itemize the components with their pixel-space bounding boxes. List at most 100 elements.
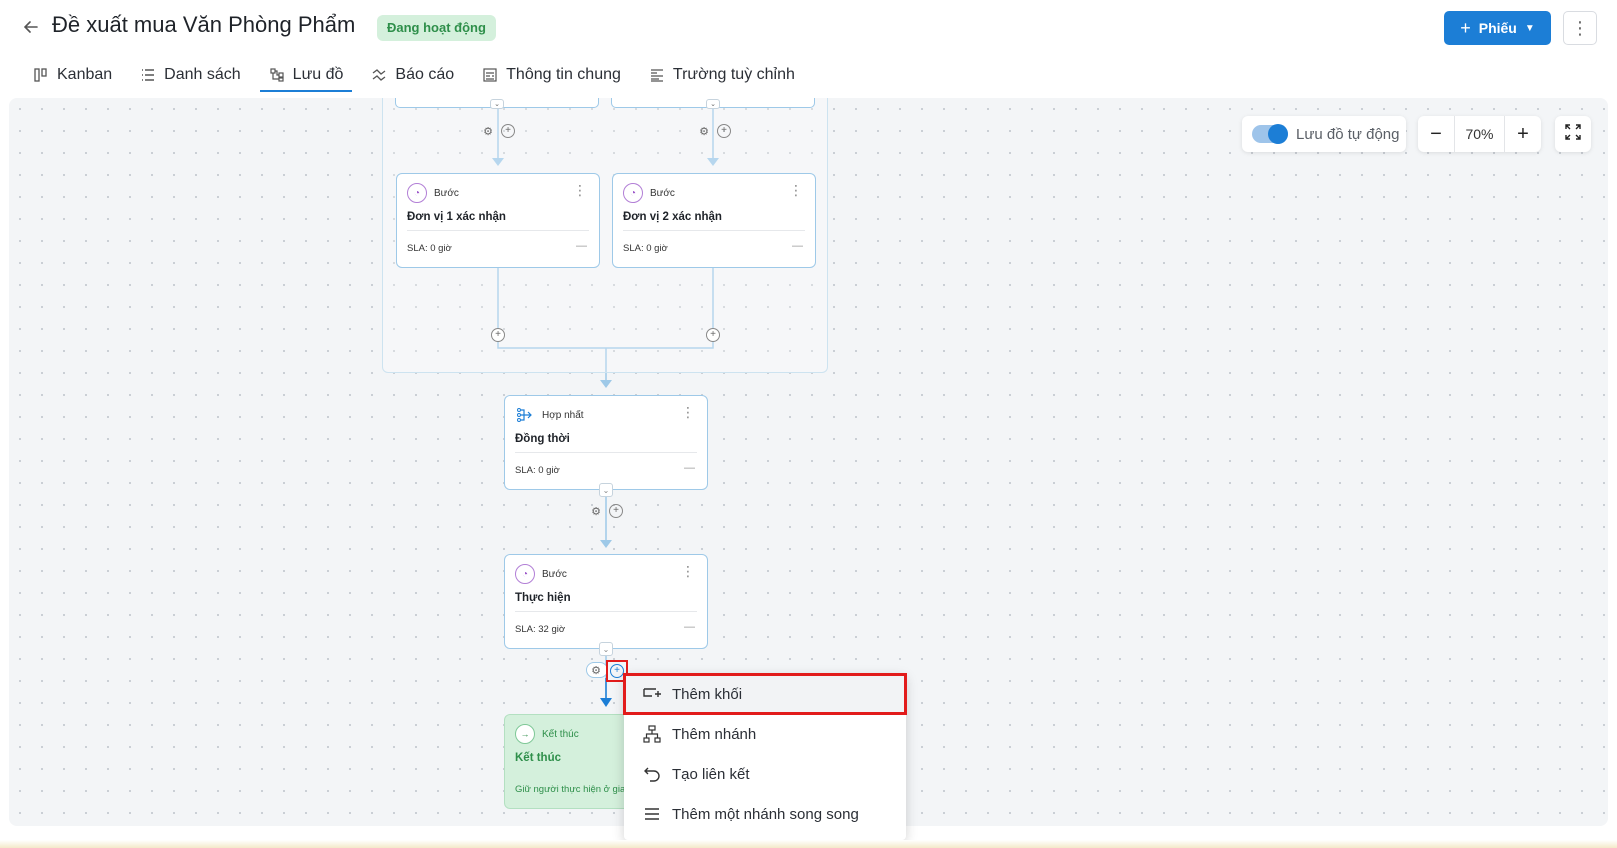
gear-icon[interactable]: ⚙ <box>589 504 603 518</box>
step-node-1[interactable]: ◔ Bước ⋮ Đơn vị 1 xác nhận SLA: 0 giờ — <box>396 173 600 268</box>
menu-item-label: Thêm khối <box>672 685 743 703</box>
tab-report[interactable]: Báo cáo <box>362 60 463 90</box>
tab-label: Thông tin chung <box>506 66 621 83</box>
zoom-level: 70% <box>1454 116 1505 152</box>
minus-icon: − <box>1430 122 1442 145</box>
node-type-label: Bước <box>650 187 675 199</box>
flowchart-icon <box>269 67 285 83</box>
node-sla: SLA: 32 giờ <box>515 624 566 635</box>
add-circle-icon[interactable]: + <box>491 328 505 342</box>
tab-list[interactable]: Danh sách <box>131 60 250 90</box>
node-name: Đơn vị 2 xác nhận <box>623 211 722 223</box>
fullscreen-button[interactable] <box>1555 116 1591 152</box>
kebab-icon[interactable]: ⋮ <box>789 183 803 197</box>
list-icon <box>140 67 156 83</box>
node-type-label: Bước <box>434 187 459 199</box>
step-icon: ◔ <box>623 183 643 203</box>
menu-item-add-block[interactable]: Thêm khối <box>623 673 907 715</box>
node-name: Đồng thời <box>515 433 570 445</box>
menu-item-create-link[interactable]: Tạo liên kết <box>624 754 906 794</box>
menu-item-add-parallel-branch[interactable]: Thêm một nhánh song song <box>624 794 906 834</box>
add-block-icon <box>642 684 662 704</box>
end-icon: → <box>515 724 535 744</box>
tab-label: Lưu đồ <box>292 66 344 83</box>
report-icon <box>371 67 387 83</box>
chevron-down-icon[interactable]: ⌄ <box>490 99 504 109</box>
node-type-label: Bước <box>542 568 567 580</box>
caret-down-icon: ▼ <box>1524 22 1535 34</box>
create-ticket-button[interactable]: + Phiếu ▼ <box>1444 11 1551 45</box>
add-circle-icon[interactable]: + <box>501 124 515 138</box>
divider <box>515 452 697 453</box>
zoom-control: − 70% + <box>1418 116 1541 152</box>
step-icon: ◔ <box>515 564 535 584</box>
node-description: Giữ người thực hiện ở giai <box>515 784 628 795</box>
tab-label: Trường tuỳ chỉnh <box>672 66 795 83</box>
menu-item-label: Thêm nhánh <box>672 725 757 743</box>
chevron-down-icon[interactable]: ⌄ <box>706 99 720 109</box>
node-sla: SLA: 0 giờ <box>623 243 668 254</box>
tab-label: Báo cáo <box>395 66 455 83</box>
step-node-exec[interactable]: ◔ Bước ⋮ Thực hiện SLA: 32 giờ — ⌄ <box>504 554 708 656</box>
node-name: Đơn vị 1 xác nhận <box>407 211 506 223</box>
kebab-icon[interactable]: ⋮ <box>573 183 587 197</box>
kebab-icon: ⋮ <box>1571 17 1589 38</box>
tab-flowchart[interactable]: Lưu đồ <box>259 60 353 92</box>
add-context-menu: Thêm khối Thêm nhánh Tạo liên kết Thêm m… <box>623 673 907 840</box>
gear-icon[interactable]: ⚙ <box>697 124 711 138</box>
merge-icon <box>515 405 535 425</box>
status-badge: Đang hoạt động <box>377 15 496 41</box>
more-options-button[interactable]: ⋮ <box>1563 11 1597 45</box>
node-header: ◔ Bước <box>515 564 567 584</box>
node-sla: SLA: 0 giờ <box>407 243 452 254</box>
auto-flow-label: Lưu đồ tự động <box>1296 125 1400 143</box>
dash-icon: — <box>684 621 695 633</box>
tab-custom-fields[interactable]: Trường tuỳ chỉnh <box>640 60 804 90</box>
tab-kanban[interactable]: Kanban <box>24 60 121 90</box>
add-circle-icon[interactable]: + <box>609 504 623 518</box>
kebab-icon[interactable]: ⋮ <box>681 564 695 578</box>
node-name: Kết thúc <box>515 752 561 764</box>
plus-icon: + <box>1460 17 1471 38</box>
add-circle-icon[interactable]: + <box>717 124 731 138</box>
node-sla: SLA: 0 giờ <box>515 465 560 476</box>
end-node[interactable]: → Kết thúc Kết thúc Giữ người thực hiện … <box>504 714 630 809</box>
node-type-label: Kết thúc <box>542 728 579 740</box>
view-tabs: Kanban Danh sách Lưu đồ Báo cáo Thông ti… <box>24 60 814 92</box>
chevron-down-icon[interactable]: ⌄ <box>599 642 613 656</box>
toggle-switch[interactable] <box>1252 124 1288 144</box>
gear-icon[interactable]: ⚙ <box>481 124 495 138</box>
tab-general-info[interactable]: Thông tin chung <box>473 60 630 90</box>
parallel-branch-icon <box>642 804 662 824</box>
node-header: → Kết thúc <box>515 724 579 744</box>
link-icon <box>642 764 662 784</box>
page-title: Đề xuất mua Văn Phòng Phẩm <box>52 12 356 37</box>
back-arrow-icon[interactable] <box>20 16 42 38</box>
step-icon: ◔ <box>407 183 427 203</box>
dash-icon: — <box>792 240 803 252</box>
divider <box>515 611 697 612</box>
auto-flow-toggle[interactable]: Lưu đồ tự động <box>1242 116 1406 152</box>
zoom-out-button[interactable]: − <box>1418 116 1454 152</box>
fullscreen-icon <box>1565 123 1581 145</box>
gear-icon[interactable]: ⚙ <box>589 663 603 677</box>
tab-label: Danh sách <box>164 66 241 83</box>
node-name: Thực hiện <box>515 592 571 604</box>
page-header: Đề xuất mua Văn Phòng Phẩm Đang hoạt độn… <box>0 0 1617 58</box>
kebab-icon[interactable]: ⋮ <box>681 405 695 419</box>
node-header: ◔ Bước <box>407 183 459 203</box>
step-node-2[interactable]: ◔ Bước ⋮ Đơn vị 2 xác nhận SLA: 0 giờ — <box>612 173 816 268</box>
menu-item-add-branch[interactable]: Thêm nhánh <box>624 714 906 754</box>
menu-item-label: Thêm một nhánh song song <box>672 805 859 823</box>
merge-node[interactable]: Hợp nhất ⋮ Đồng thời SLA: 0 giờ — ⌄ <box>504 395 708 497</box>
node-header: ◔ Bước <box>623 183 675 203</box>
plus-icon: + <box>1517 122 1529 145</box>
dash-icon: — <box>684 462 695 474</box>
chevron-down-icon[interactable]: ⌄ <box>599 483 613 497</box>
add-circle-icon[interactable]: + <box>706 328 720 342</box>
custom-fields-icon <box>649 67 665 83</box>
zoom-in-button[interactable]: + <box>1505 116 1541 152</box>
branch-icon <box>642 724 662 744</box>
info-icon <box>482 67 498 83</box>
node-header: Hợp nhất <box>515 405 584 425</box>
